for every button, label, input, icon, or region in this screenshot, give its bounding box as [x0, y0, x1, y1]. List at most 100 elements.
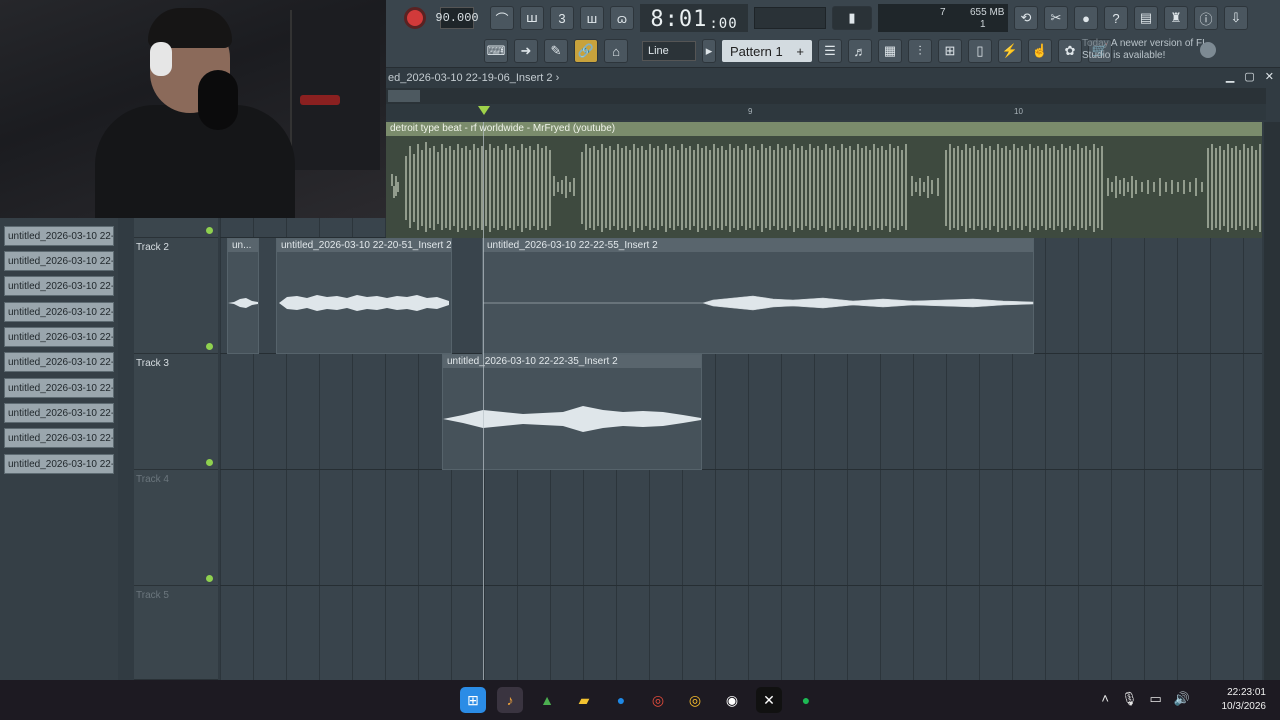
- pattern-label: Pattern 1: [730, 43, 783, 59]
- record-button[interactable]: [404, 7, 426, 29]
- picker-item[interactable]: untitled_2026-03-10 22-...: [4, 428, 114, 448]
- snap-select[interactable]: Line: [642, 41, 696, 61]
- picker-item[interactable]: untitled_2026-03-10 22-...: [4, 378, 114, 398]
- info-icon[interactable]: ⓘ: [1194, 6, 1218, 30]
- track-led[interactable]: [206, 343, 213, 350]
- chrome-profile-icon[interactable]: ◎: [682, 687, 708, 713]
- audio-clip-beat[interactable]: detroit type beat - rf worldwide - MrFry…: [386, 122, 1262, 238]
- clock-date: 10/3/2026: [1221, 701, 1267, 712]
- track-header-5[interactable]: Track 5: [134, 586, 218, 680]
- picker-item[interactable]: untitled_2026-03-10 22-...: [4, 403, 114, 423]
- track-header-3[interactable]: Track 3: [134, 354, 218, 470]
- playlist-icon[interactable]: ☰: [818, 39, 842, 63]
- picker-item[interactable]: untitled_2026-03-10 22-...: [4, 327, 114, 347]
- taskbar-clock[interactable]: 22:23:01 10/3/2026: [1222, 686, 1267, 714]
- metronome-icon[interactable]: ⌒: [490, 6, 514, 30]
- plugin-icon[interactable]: ♜: [1164, 6, 1188, 30]
- memory-value: 655 MB: [970, 7, 1005, 18]
- clip-header: untitled_2026-03-10 22-22-35_Insert 2: [443, 355, 701, 368]
- audio-clip[interactable]: untitled_2026-03-10 22-22-55_Insert 2: [482, 238, 1034, 354]
- brush-icon[interactable]: ✎: [544, 39, 568, 63]
- tray-mic-icon[interactable]: 🎙: [1121, 691, 1138, 707]
- tray-volume-icon[interactable]: 🔊: [1174, 691, 1190, 707]
- arrow-icon[interactable]: ➜: [514, 39, 538, 63]
- picker-item[interactable]: untitled_2026-03-10 22-...: [4, 251, 114, 271]
- picker-item[interactable]: untitled_2026-03-10 22-...: [4, 276, 114, 296]
- red-object-shape: [300, 95, 340, 105]
- beat-waveform: [386, 136, 1262, 238]
- audio-clip[interactable]: un...: [227, 238, 259, 354]
- track-led[interactable]: [206, 227, 213, 234]
- voice-icon[interactable]: ●: [608, 687, 634, 713]
- picker-item[interactable]: untitled_2026-03-10 22-...: [4, 352, 114, 372]
- loop-record-icon[interactable]: ɷ: [610, 6, 634, 30]
- project-icon[interactable]: ▯: [968, 39, 992, 63]
- track-led[interactable]: [206, 459, 213, 466]
- picker-panel: untitled_2026-03-10 22-... untitled_2026…: [0, 218, 118, 680]
- time-sub: :00: [709, 16, 738, 32]
- picker-item[interactable]: untitled_2026-03-10 22-...: [4, 226, 114, 246]
- folder-icon[interactable]: ▰: [571, 687, 597, 713]
- track-header-2[interactable]: Track 2: [134, 238, 218, 354]
- person-body: [95, 105, 295, 218]
- close-icon[interactable]: ✕: [1265, 70, 1274, 83]
- clock-time: 22:23:01: [1227, 687, 1266, 698]
- fl-studio-icon[interactable]: ♪: [497, 687, 523, 713]
- cut-icon[interactable]: ✂: [1044, 6, 1068, 30]
- download-icon[interactable]: ⇩: [1224, 6, 1248, 30]
- chrome-icon[interactable]: ◎: [645, 687, 671, 713]
- minimize-icon[interactable]: ▁: [1226, 70, 1234, 83]
- wait-input-icon[interactable]: ꟺ: [520, 6, 544, 30]
- volume-slider-icon[interactable]: ▮: [832, 6, 872, 30]
- song-time-display[interactable]: 8:01:00: [640, 4, 748, 32]
- pattern-add-button[interactable]: +: [796, 44, 804, 59]
- browser-icon[interactable]: ⊞: [938, 39, 962, 63]
- horizontal-scrollbar[interactable]: [386, 88, 1266, 104]
- audio-clip[interactable]: untitled_2026-03-10 22-20-51_Insert 2: [276, 238, 452, 354]
- maximize-icon[interactable]: ▢: [1244, 70, 1254, 83]
- touch-icon[interactable]: ☝: [1028, 39, 1052, 63]
- channel-rack-icon[interactable]: ▦: [878, 39, 902, 63]
- scroll-thumb[interactable]: [388, 90, 420, 102]
- tray-display-icon[interactable]: ▭: [1150, 691, 1162, 707]
- vertical-scrollbar[interactable]: [1264, 122, 1280, 680]
- save-icon[interactable]: ▤: [1134, 6, 1158, 30]
- mixer-icon[interactable]: ⫶: [908, 39, 932, 63]
- track-led[interactable]: [206, 575, 213, 582]
- capcut-icon[interactable]: ✕: [756, 687, 782, 713]
- mic-icon[interactable]: ●: [1074, 6, 1098, 30]
- pattern-select[interactable]: Pattern 1 +: [722, 40, 812, 62]
- link-icon[interactable]: 🔗: [574, 39, 598, 63]
- stamp-icon[interactable]: ⌂: [604, 39, 628, 63]
- windows-start-icon[interactable]: ⊞: [460, 687, 486, 713]
- clip-header: detroit type beat - rf worldwide - MrFry…: [386, 122, 1262, 136]
- obs-icon[interactable]: ◉: [719, 687, 745, 713]
- spotify-icon[interactable]: ●: [793, 687, 819, 713]
- track-header-4[interactable]: Track 4: [134, 470, 218, 586]
- windows-taskbar: ⊞ ♪ ▲ ▰ ● ◎ ◎ ◉ ✕ ● ˄ 🎙 ▭ 🔊 22:23:01 10/…: [0, 680, 1280, 720]
- drive-icon[interactable]: ▲: [534, 687, 560, 713]
- playhead-marker[interactable]: [478, 106, 490, 115]
- shelf-shape: [290, 10, 380, 170]
- countdown-icon[interactable]: 3: [550, 6, 574, 30]
- fruit-icon[interactable]: ✿: [1058, 39, 1082, 63]
- tray-chevron-icon[interactable]: ˄: [1101, 691, 1109, 707]
- microphone-shape: [198, 70, 238, 130]
- picker-item[interactable]: untitled_2026-03-10 22-...: [4, 302, 114, 322]
- tempo-display[interactable]: 90.000: [435, 7, 479, 29]
- plug-icon[interactable]: ⚡: [998, 39, 1022, 63]
- globe-icon[interactable]: [1200, 42, 1216, 58]
- play-pattern-icon[interactable]: ▸: [702, 39, 716, 63]
- help-icon[interactable]: ?: [1104, 6, 1128, 30]
- step-edit-icon[interactable]: ш: [580, 6, 604, 30]
- voices-value: 1: [980, 19, 986, 30]
- keyboard-icon[interactable]: ⌨: [484, 39, 508, 63]
- track-label: Track 2: [136, 242, 169, 253]
- piano-roll-icon[interactable]: ♬: [848, 39, 872, 63]
- undo-icon[interactable]: ⟲: [1014, 6, 1038, 30]
- playlist-title: ed_2026-03-10 22-19-06_Insert 2 ›: [386, 68, 1280, 88]
- picker-item[interactable]: untitled_2026-03-10 22-...: [4, 454, 114, 474]
- timeline-ruler[interactable]: 9 10: [386, 104, 1266, 120]
- audio-clip[interactable]: untitled_2026-03-10 22-22-35_Insert 2: [442, 354, 702, 470]
- track-label: Track 3: [136, 358, 169, 369]
